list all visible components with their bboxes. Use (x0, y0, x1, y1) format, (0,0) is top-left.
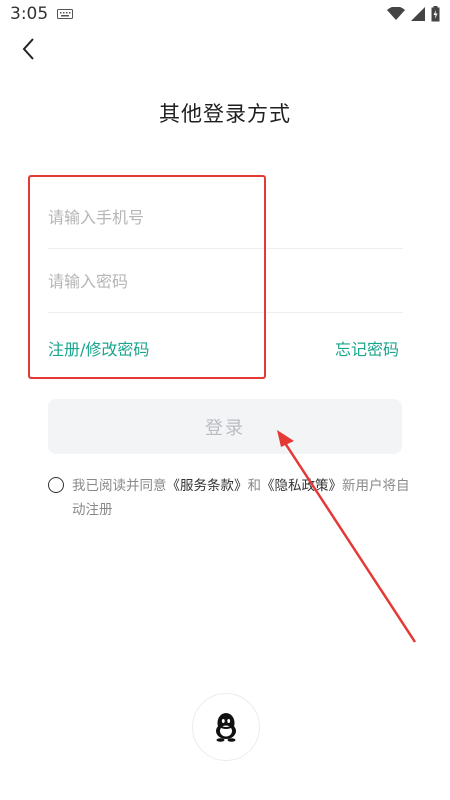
privacy-link[interactable]: 《隐私政策》 (261, 478, 342, 494)
agreement-radio[interactable] (48, 477, 64, 493)
terms-link[interactable]: 《服务条款》 (167, 478, 248, 494)
password-input[interactable] (48, 250, 403, 312)
agreement-prefix: 我已阅读并同意 (72, 478, 167, 494)
page-title: 其他登录方式 (159, 102, 291, 126)
login-button[interactable]: 登录 (48, 399, 402, 454)
keyboard-icon (57, 9, 73, 19)
wifi-icon (387, 7, 405, 20)
qq-icon (216, 713, 236, 742)
forgot-password-link[interactable]: 忘记密码 (335, 336, 399, 360)
agreement-and: 和 (247, 478, 262, 494)
phone-field (48, 186, 403, 249)
password-field (48, 250, 403, 313)
phone-input[interactable] (48, 186, 403, 248)
chevron-left-icon (22, 38, 34, 60)
back-button[interactable] (14, 34, 44, 64)
status-bar: 3:05 (0, 0, 450, 30)
qq-login-button[interactable] (192, 693, 260, 761)
register-link[interactable]: 注册/修改密码 (48, 336, 149, 360)
agreement-text: 我已阅读并同意《服务条款》和《隐私政策》新用户将自动注册 (72, 474, 412, 522)
battery-icon (431, 6, 440, 22)
status-time: 3:05 (10, 4, 49, 24)
signal-icon (411, 7, 425, 21)
